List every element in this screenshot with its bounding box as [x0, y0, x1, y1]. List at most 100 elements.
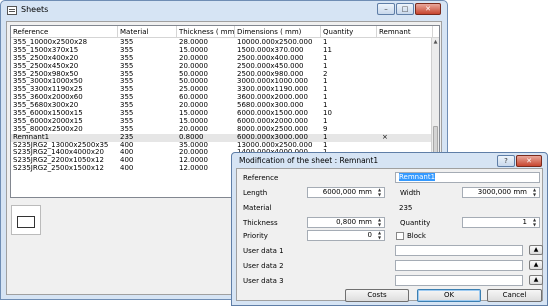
column-header-quantity[interactable]: Quantity [321, 26, 377, 38]
cell-thickness: 25.0000 [179, 86, 208, 94]
width-spinner-icon[interactable]: ▲ ▼ [531, 188, 538, 197]
cell-reference: S235JRG2_2200x1050x12 [13, 157, 104, 165]
close-button[interactable]: ✕ [415, 3, 441, 15]
table-row[interactable]: Remnant1 235 0.8000 6000.000x3000.000 1 × [11, 133, 433, 142]
cell-reference: S235JRG2_2500x1500x12 [13, 165, 104, 173]
table-row[interactable]: 355_10000x2500x28 355 28.0000 10000.000x250… [11, 39, 433, 47]
cell-quantity: 11 [323, 46, 332, 54]
user-data-2-up-arrow-icon[interactable]: ▲ [529, 260, 543, 270]
ok-button[interactable]: OK [417, 289, 481, 302]
cell-reference: 355_2500x450x20 [13, 62, 79, 70]
table-row[interactable]: 355_1500x370x15 355 15.0000 1500.000x370.00… [11, 47, 433, 55]
quantity-input[interactable]: 1 ▲ ▼ [462, 217, 540, 228]
table-row[interactable]: S235JRG2_13000x2500x35 400 35.0000 13000.00… [11, 142, 433, 150]
cell-dimensions: 2500.000x400.000 [237, 54, 304, 62]
reference-input[interactable]: Remnant1 [395, 172, 540, 183]
cell-quantity: 1 [323, 86, 328, 94]
cell-material: 355 [120, 117, 134, 125]
cell-quantity: 1 [323, 133, 328, 141]
cell-reference: 355_2500x980x50 [13, 70, 79, 78]
cell-dimensions: 6000.000x2000.000 [237, 117, 308, 125]
user-data-2-input[interactable] [395, 260, 523, 271]
table-row[interactable]: 355_2500x450x20 355 20.0000 2500.000x450.00… [11, 63, 433, 71]
user-data-3-up-arrow-icon[interactable]: ▲ [529, 275, 543, 285]
width-input[interactable]: 3000,000 mm ▲ ▼ [462, 187, 540, 198]
column-header-thickness[interactable]: Thickness ( mm) [177, 26, 235, 38]
table-row[interactable]: 355_3600x2000x60 355 60.0000 3600.000x2000.… [11, 94, 433, 102]
cell-reference: Remnant1 [13, 133, 50, 141]
column-header-dimensions[interactable]: Dimensions ( mm) [235, 26, 321, 38]
cell-reference: 355_5680x300x20 [13, 102, 79, 110]
maximize-button[interactable]: □ [396, 3, 414, 15]
cell-material: 235 [120, 133, 134, 141]
cell-material: 400 [120, 157, 134, 165]
minimize-button[interactable]: – [377, 3, 395, 15]
cell-material: 355 [120, 125, 134, 133]
costs-button[interactable]: Costs [345, 289, 409, 302]
column-header-reference[interactable]: Reference [11, 26, 118, 38]
cell-reference: 355_3300x1190x25 [13, 86, 83, 94]
quantity-label: Quantity [400, 219, 431, 227]
cell-quantity: 1 [323, 94, 328, 102]
dialog-close-button[interactable]: ✕ [516, 155, 542, 167]
cell-dimensions: 5680.000x300.000 [237, 102, 304, 110]
table-row[interactable]: 355_5680x300x20 355 20.0000 5680.000x300.00… [11, 102, 433, 110]
cell-reference: S235JRG2_1400x4000x20 [13, 149, 104, 157]
table-header: Reference Material Thickness ( mm) Dimen… [11, 26, 439, 38]
sheets-titlebar[interactable]: Sheets – □ ✕ [1, 1, 447, 21]
user-data-1-input[interactable] [395, 245, 523, 256]
column-header-material[interactable]: Material [118, 26, 177, 38]
table-row[interactable]: 355_3300x1190x25 355 25.0000 3300.000x1190.… [11, 86, 433, 94]
thickness-value: 0,800 mm [336, 218, 372, 226]
block-checkbox[interactable] [396, 232, 404, 240]
cell-dimensions: 8000.000x2500.000 [237, 125, 308, 133]
user-data-2-label: User data 2 [243, 262, 284, 270]
thickness-spinner-icon[interactable]: ▲ ▼ [376, 218, 383, 227]
cell-quantity: 1 [323, 39, 328, 46]
cell-reference: 355_6000x1500x15 [13, 110, 83, 118]
cell-dimensions: 1500.000x370.000 [237, 46, 304, 54]
sheets-window-title: Sheets [21, 5, 49, 14]
priority-spinner-icon[interactable]: ▲ ▼ [376, 231, 383, 240]
user-data-3-input[interactable] [395, 275, 523, 286]
material-label: Material [243, 204, 272, 212]
table-row[interactable]: 355_3000x1000x50 355 50.0000 3000.000x1000.… [11, 78, 433, 86]
user-data-3-label: User data 3 [243, 277, 284, 285]
quantity-spinner-icon[interactable]: ▲ ▼ [531, 218, 538, 227]
column-header-remnant[interactable]: Remnant [377, 26, 433, 38]
cell-thickness: 15.0000 [179, 46, 208, 54]
help-button[interactable]: ? [497, 155, 515, 167]
cell-material: 400 [120, 149, 134, 157]
cell-dimensions: 13000.000x2500.000 [237, 141, 313, 149]
table-row[interactable]: 355_6000x1500x15 355 15.0000 6000.000x1500.… [11, 110, 433, 118]
table-row[interactable]: 355_2500x400x20 355 20.0000 2500.000x400.00… [11, 55, 433, 63]
cell-dimensions: 3300.000x1190.000 [237, 86, 308, 94]
cell-dimensions: 2500.000x980.000 [237, 70, 304, 78]
width-label: Width [400, 189, 421, 197]
cell-reference: 355_1500x370x15 [13, 46, 79, 54]
cell-material: 355 [120, 78, 134, 86]
cell-material: 400 [120, 165, 134, 173]
table-row[interactable]: 355_2500x980x50 355 50.0000 2500.000x980.00… [11, 71, 433, 79]
cancel-button[interactable]: Cancel [487, 289, 542, 302]
table-row[interactable]: 355_6000x2000x15 355 15.0000 6000.000x2000.… [11, 118, 433, 126]
cell-thickness: 28.0000 [179, 39, 208, 46]
cell-material: 355 [120, 110, 134, 118]
length-spinner-icon[interactable]: ▲ ▼ [376, 188, 383, 197]
cell-dimensions: 2500.000x450.000 [237, 62, 304, 70]
length-input[interactable]: 6000,000 mm ▲ ▼ [307, 187, 385, 198]
cell-dimensions: 10000.000x2500.000 [237, 39, 313, 46]
width-value: 3000,000 mm [477, 188, 527, 196]
cell-thickness: 20.0000 [179, 54, 208, 62]
priority-input[interactable]: 0 ▲ ▼ [307, 230, 385, 241]
thickness-input[interactable]: 0,800 mm ▲ ▼ [307, 217, 385, 228]
cell-quantity: 1 [323, 141, 328, 149]
user-data-1-up-arrow-icon[interactable]: ▲ [529, 245, 543, 255]
table-row[interactable]: 355_8000x2500x20 355 20.0000 8000.000x2500.… [11, 126, 433, 134]
dialog-client-area: Reference Remnant1 Length 6000,000 mm ▲ ▼… [236, 168, 543, 302]
cell-thickness: 20.0000 [179, 102, 208, 110]
cell-reference: 355_3000x1000x50 [13, 78, 83, 86]
sheets-window-icon [7, 6, 17, 15]
reference-label: Reference [243, 174, 279, 182]
scroll-up-arrow-icon[interactable]: ▲ [432, 38, 439, 46]
